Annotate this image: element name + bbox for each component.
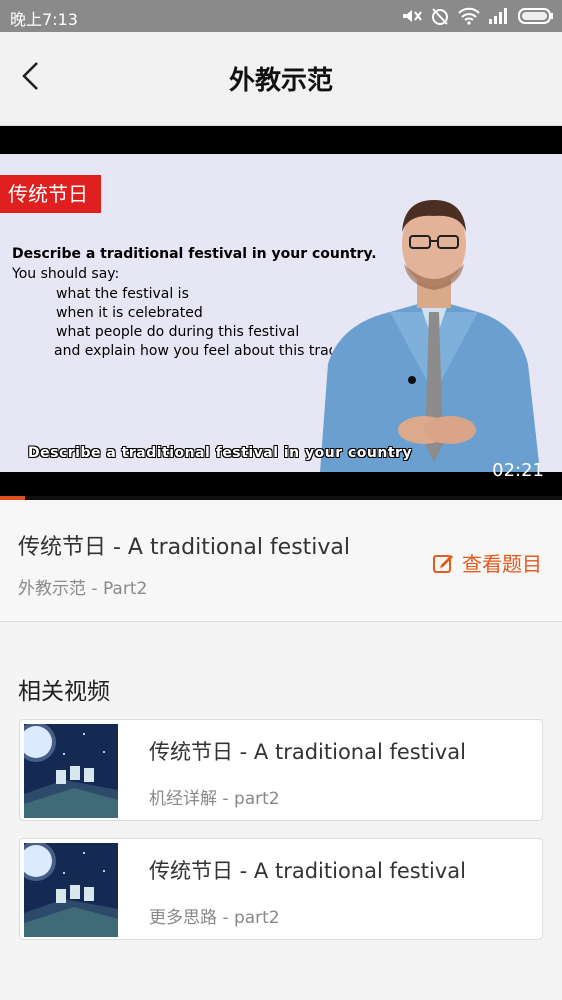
related-title: 相关视频 xyxy=(18,679,110,705)
mute-icon xyxy=(400,7,422,25)
battery-icon xyxy=(518,7,554,25)
slide-prompt: and explain how you feel about this trad… xyxy=(54,343,332,359)
status-icons xyxy=(400,6,554,26)
video-frame: 传统节日 Describe a traditional festival in … xyxy=(0,154,562,472)
slide-prompt: when it is celebrated xyxy=(56,305,203,321)
slide-prompt: what the festival is xyxy=(56,286,189,302)
signal-icon xyxy=(488,7,510,25)
video-info: 传统节日 - A traditional festival 外教示范 - Par… xyxy=(0,500,562,622)
slide-you-should-say: You should say: xyxy=(12,266,120,282)
video-title: 传统节日 - A traditional festival xyxy=(18,535,351,560)
video-thumbnail xyxy=(24,724,118,818)
related-video-title: 传统节日 - A traditional festival xyxy=(149,859,466,883)
related-video-title: 传统节日 - A traditional festival xyxy=(149,740,466,764)
edit-icon xyxy=(432,552,454,574)
video-player[interactable]: 传统节日 Describe a traditional festival in … xyxy=(0,126,562,500)
wifi-icon xyxy=(458,7,480,25)
related-video-card[interactable]: 传统节日 - A traditional festival 更多思路 - par… xyxy=(19,838,543,940)
view-questions-button[interactable]: 查看题目 xyxy=(432,548,542,577)
status-bar: 晚上7:13 xyxy=(0,0,562,32)
alarm-off-icon xyxy=(430,6,450,26)
related-video-subtitle: 机经详解 - part2 xyxy=(149,789,280,809)
video-caption: Describe a traditional festival in your … xyxy=(28,445,413,461)
status-time: 晚上7:13 xyxy=(10,10,78,29)
view-questions-label: 查看题目 xyxy=(462,552,542,576)
slide-prompt: what people do during this festival xyxy=(56,324,300,340)
video-time: 02:21 xyxy=(492,460,544,481)
related-video-card[interactable]: 传统节日 - A traditional festival 机经详解 - par… xyxy=(19,719,543,821)
video-subtitle: 外教示范 - Part2 xyxy=(18,579,148,599)
page-title: 外教示范 xyxy=(228,66,333,96)
nav-bar: 外教示范 xyxy=(0,32,562,126)
related-video-subtitle: 更多思路 - part2 xyxy=(149,908,280,928)
related-videos: 相关视频 传统节日 - A traditional festival 机经详解 … xyxy=(0,622,562,1000)
video-thumbnail xyxy=(24,843,118,937)
video-tag: 传统节日 xyxy=(0,175,101,213)
teacher-figure xyxy=(300,194,562,472)
